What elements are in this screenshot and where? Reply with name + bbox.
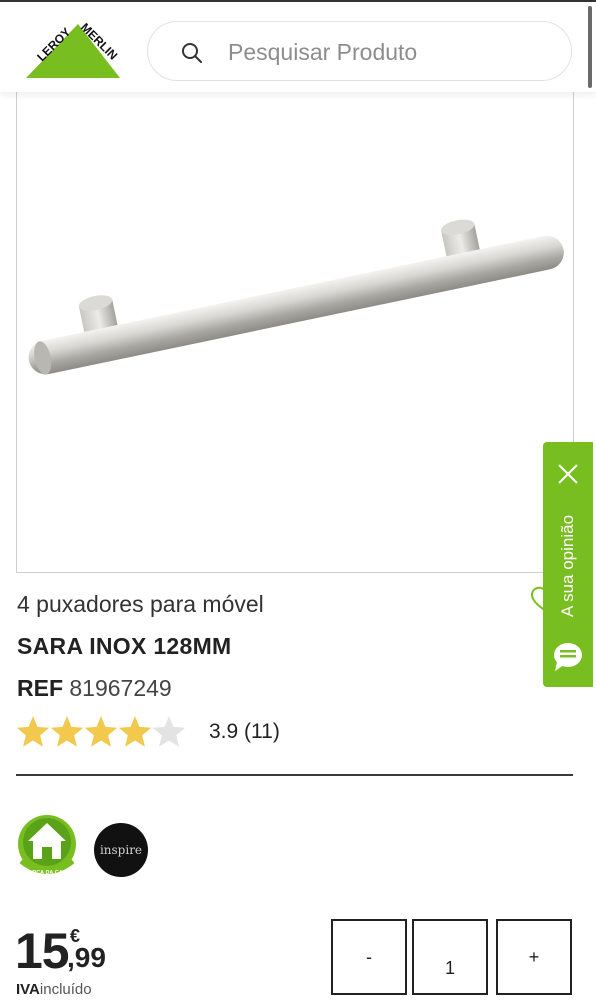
vat-note: IVAincluído: [16, 981, 92, 998]
cabinet-handle-image: [28, 219, 564, 375]
scrollbar-thumb[interactable]: [588, 6, 592, 88]
divider: [16, 774, 573, 776]
star-empty-icon: [152, 716, 186, 747]
close-icon[interactable]: [556, 462, 580, 486]
ref-value: 81967249: [69, 675, 172, 701]
product-name: 4 puxadores para móvel: [17, 591, 264, 617]
rating-text[interactable]: 3.9 (11): [209, 720, 280, 744]
header-bar: LEROY MERLIN: [0, 0, 596, 92]
star-filled-icon: [84, 716, 118, 747]
search-bar[interactable]: [147, 21, 572, 81]
chat-icon[interactable]: [551, 640, 585, 674]
inspire-badge: inspire: [94, 823, 148, 877]
star-filled-icon: [16, 716, 50, 747]
price-integer: 15: [15, 923, 70, 979]
product-image[interactable]: [16, 92, 574, 573]
search-icon[interactable]: [180, 41, 204, 65]
star-filled-icon: [50, 716, 84, 747]
ref-label: REF: [17, 675, 63, 701]
quantity-decrease-button[interactable]: -: [331, 919, 407, 995]
feedback-tab[interactable]: A sua opinião: [543, 442, 593, 687]
feedback-label: A sua opinião: [558, 514, 577, 618]
rating-stars[interactable]: [16, 714, 188, 750]
star-filled-icon: [118, 716, 152, 747]
price-decimal: ,99: [67, 942, 106, 973]
marca-da-casa-text: MARCA DA CASA: [24, 870, 71, 876]
quantity-increase-button[interactable]: +: [496, 919, 572, 995]
product-model: SARA INOX 128MM: [17, 633, 232, 659]
search-input[interactable]: [228, 36, 548, 68]
product-reference: REF 81967249: [17, 675, 172, 702]
quantity-input[interactable]: 1: [412, 919, 488, 995]
leroy-merlin-logo[interactable]: LEROY MERLIN: [20, 16, 130, 82]
marca-da-casa-badge: MARCA DA CASA: [18, 815, 76, 876]
vat-label: IVA: [16, 981, 40, 998]
vat-included: incluído: [39, 981, 92, 998]
